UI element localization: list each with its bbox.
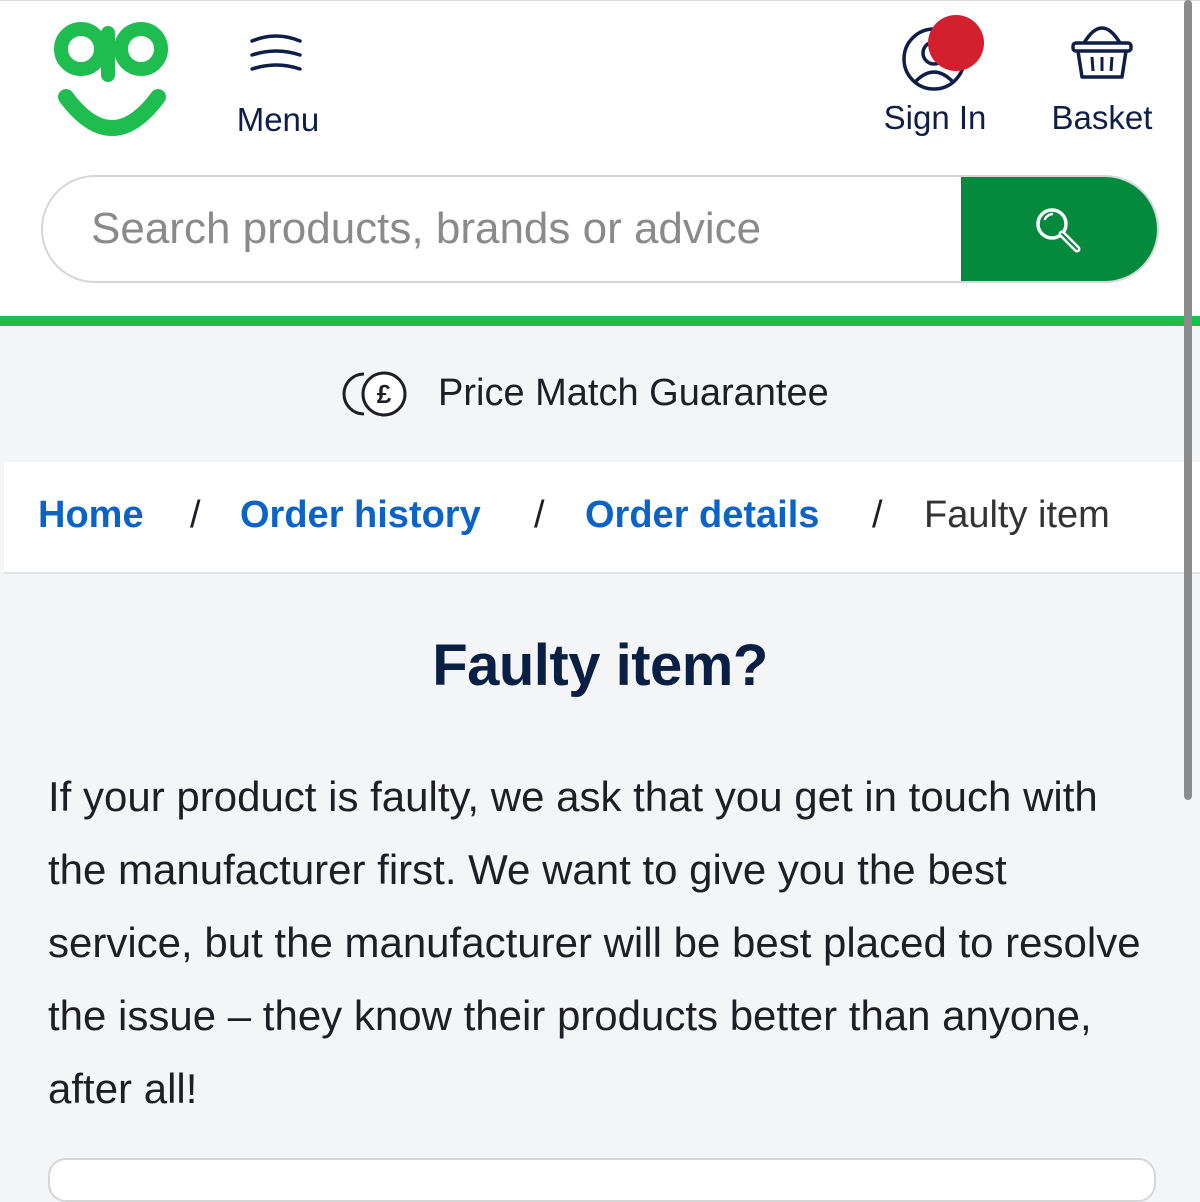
sign-in-button[interactable]: Sign In bbox=[868, 11, 1002, 141]
ao-logo-icon bbox=[54, 22, 168, 136]
breadcrumb-separator: / bbox=[534, 494, 545, 536]
ao-logo[interactable] bbox=[52, 19, 172, 141]
basket-label: Basket bbox=[1051, 99, 1153, 136]
breadcrumb-separator: / bbox=[872, 494, 883, 536]
menu-button[interactable]: Menu bbox=[222, 25, 334, 141]
breadcrumb-current: Faulty item bbox=[924, 494, 1110, 536]
search-bar bbox=[41, 175, 1159, 283]
search-button[interactable] bbox=[961, 177, 1157, 281]
svg-text:£: £ bbox=[377, 379, 392, 409]
search-icon bbox=[1036, 208, 1081, 253]
sign-in-label: Sign In bbox=[883, 99, 987, 136]
page-title: Faulty item? bbox=[432, 633, 768, 698]
breadcrumb: Home / Order history / Order details / F… bbox=[4, 462, 1200, 574]
scrollbar[interactable] bbox=[1184, 0, 1192, 800]
menu-icon bbox=[250, 34, 302, 71]
promo-text: Price Match Guarantee bbox=[438, 372, 829, 414]
menu-label: Menu bbox=[236, 101, 320, 138]
breadcrumb-order-history[interactable]: Order history bbox=[240, 494, 481, 537]
pound-coin-icon: £ bbox=[342, 371, 407, 417]
basket-icon bbox=[1071, 26, 1133, 79]
breadcrumb-order-details[interactable]: Order details bbox=[585, 494, 819, 537]
notification-dot bbox=[928, 15, 984, 71]
promo-banner[interactable]: £ Price Match Guarantee bbox=[0, 326, 1200, 462]
header-divider bbox=[0, 316, 1200, 326]
site-header: Menu Sign In Basket bbox=[0, 0, 1200, 319]
search-input[interactable] bbox=[43, 177, 961, 281]
intro-paragraph: If your product is faulty, we ask that y… bbox=[48, 773, 1141, 1112]
user-icon bbox=[902, 15, 984, 91]
breadcrumb-separator: / bbox=[190, 494, 201, 536]
breadcrumb-home[interactable]: Home bbox=[38, 494, 144, 537]
basket-button[interactable]: Basket bbox=[1036, 19, 1168, 141]
content-card bbox=[48, 1158, 1156, 1202]
